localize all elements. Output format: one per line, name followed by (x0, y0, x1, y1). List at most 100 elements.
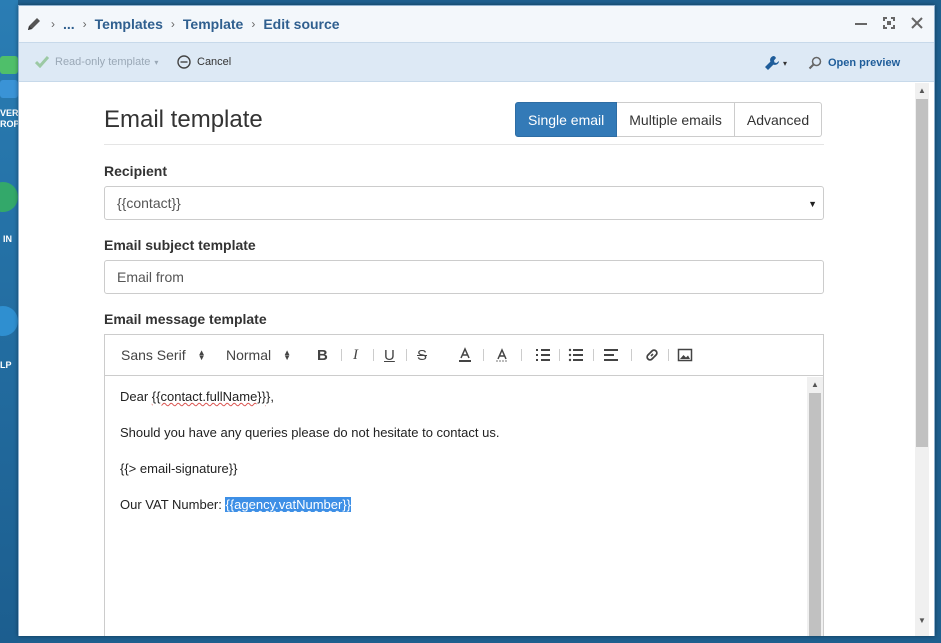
toolbar-separator (373, 349, 374, 361)
bullet-list-button[interactable] (568, 346, 584, 364)
greeting-suffix: }, (266, 389, 274, 404)
open-preview-label: Open preview (828, 57, 901, 69)
desktop-icon-help[interactable] (0, 306, 18, 336)
updown-icon: ▲ ▼ (283, 348, 292, 362)
caret-down-icon: ▾ (783, 58, 788, 68)
desktop-icon-app[interactable] (0, 182, 18, 212)
font-family-value: Sans Serif (121, 347, 186, 363)
editor-line-signature: {{> email-signature}} (120, 461, 238, 476)
breadcrumb-template[interactable]: Template (183, 16, 243, 32)
cancel-icon (177, 55, 191, 69)
desktop-label: IN (3, 234, 12, 244)
breadcrumb-templates[interactable]: Templates (95, 16, 163, 32)
mode-multiple-emails-button[interactable]: Multiple emails (617, 102, 735, 137)
mode-single-email-button[interactable]: Single email (515, 102, 618, 137)
editor-scrollbar[interactable]: ▲ (807, 377, 823, 636)
subject-value: Email from (117, 269, 184, 285)
cancel-label: Cancel (197, 56, 232, 68)
align-left-icon (604, 349, 618, 361)
font-size-select[interactable]: Normal ▲ ▼ (226, 346, 291, 364)
desktop-label: LP (0, 360, 12, 370)
link-icon (646, 349, 658, 361)
desktop-label: ROP (0, 119, 18, 129)
strikethrough-button[interactable]: S (417, 346, 427, 364)
ordered-list-icon (536, 349, 550, 361)
command-toolbar: Read-only template ▾ Cancel ▾ Open previ… (19, 42, 934, 82)
mode-advanced-button[interactable]: Advanced (734, 102, 823, 137)
breadcrumb-separator: › (51, 17, 55, 31)
pencil-icon (25, 15, 43, 33)
desktop-icon-home-2[interactable] (0, 80, 18, 98)
read-only-template-label: Read-only template (55, 56, 151, 68)
breadcrumb-ellipsis[interactable]: ... (63, 16, 75, 32)
tools-dropdown[interactable]: ▾ (764, 55, 787, 71)
font-size-value: Normal (226, 347, 272, 363)
italic-button[interactable]: I (353, 346, 358, 364)
toolbar-separator (406, 349, 407, 361)
italic-icon: I (353, 346, 358, 363)
highlight-icon (496, 348, 508, 362)
open-preview-button[interactable]: Open preview (808, 56, 900, 70)
vat-prefix: Our VAT Number: (120, 497, 226, 512)
vat-variable: agency.vatNumber (234, 497, 343, 512)
editor-line-greeting: Dear {{contact.fullName}}}, (120, 389, 274, 404)
desktop-label: VER (0, 108, 18, 118)
subject-input[interactable]: Email from (104, 260, 824, 294)
link-button[interactable] (644, 346, 660, 364)
bold-icon: B (317, 346, 328, 364)
window-scrollbar-track[interactable]: ▲ ▼ (915, 83, 929, 636)
form-content: Email template Single email Multiple ema… (19, 83, 907, 636)
subject-label: Email subject template (104, 237, 256, 253)
greeting-variable: {{contact.fullName}} (151, 389, 266, 404)
strikethrough-icon: S (417, 346, 428, 364)
background-color-button[interactable] (494, 346, 510, 364)
caret-down-icon: ▾ (154, 57, 159, 67)
scroll-up-icon[interactable]: ▲ (915, 85, 929, 97)
recipient-value: {{contact}} (117, 195, 181, 211)
wrench-icon (765, 56, 779, 70)
window-scrollbar-thumb[interactable] (916, 99, 928, 447)
rich-text-editor: Sans Serif ▲ ▼ Normal ▲ ▼ B I U S Dear {… (104, 334, 824, 636)
cancel-button[interactable]: Cancel (177, 55, 231, 69)
mode-selector: Single email Multiple emails Advanced (515, 102, 823, 137)
message-label: Email message template (104, 311, 267, 327)
close-icon[interactable] (908, 14, 926, 32)
toolbar-separator (483, 349, 484, 361)
selected-vat-variable: {{agency.vatNumber}} (225, 497, 352, 512)
text-color-icon (459, 347, 471, 362)
breadcrumb-separator: › (251, 17, 256, 31)
updown-icon: ▲ ▼ (197, 348, 206, 362)
text-color-button[interactable] (457, 346, 473, 364)
ordered-list-button[interactable] (535, 346, 551, 364)
align-button[interactable] (603, 346, 619, 364)
desktop-background: VER ROP IN LP (0, 0, 18, 643)
greeting-prefix: Dear (120, 389, 152, 404)
page-title: Email template (104, 106, 263, 133)
underline-button[interactable]: U (384, 346, 395, 364)
desktop-icon-home[interactable] (0, 56, 18, 74)
vat-close: }} (342, 497, 352, 512)
breadcrumb-separator: › (82, 17, 87, 31)
toolbar-separator (521, 349, 522, 361)
recipient-select[interactable]: {{contact}} ▼ (104, 186, 824, 220)
editor-toolbar: Sans Serif ▲ ▼ Normal ▲ ▼ B I U S (105, 335, 823, 376)
maximize-icon[interactable] (880, 14, 898, 32)
editor-body[interactable]: Dear {{contact.fullName}}}, Should you h… (105, 377, 807, 636)
underline-icon: U (384, 346, 395, 364)
read-only-template-dropdown[interactable]: Read-only template ▾ (35, 56, 158, 68)
minimize-icon[interactable] (852, 14, 870, 32)
toolbar-separator (593, 349, 594, 361)
editor-scrollbar-thumb[interactable] (809, 393, 821, 636)
scroll-down-icon[interactable]: ▼ (915, 615, 929, 627)
scroll-up-icon[interactable]: ▲ (808, 379, 822, 391)
window-scrollbar: ▲ ▼ (906, 83, 934, 636)
bold-button[interactable]: B (317, 346, 328, 364)
image-button[interactable] (677, 346, 693, 364)
recipient-label: Recipient (104, 163, 168, 179)
editor-line-vat: Our VAT Number: {{agency.vatNumber}} (120, 497, 352, 512)
font-family-select[interactable]: Sans Serif ▲ ▼ (121, 346, 206, 364)
window-controls (852, 14, 926, 32)
caret-down-icon: ▼ (808, 199, 817, 209)
editor-window: › ... › Templates › Template › Edit sour… (18, 5, 935, 636)
bullet-list-icon (568, 348, 583, 362)
